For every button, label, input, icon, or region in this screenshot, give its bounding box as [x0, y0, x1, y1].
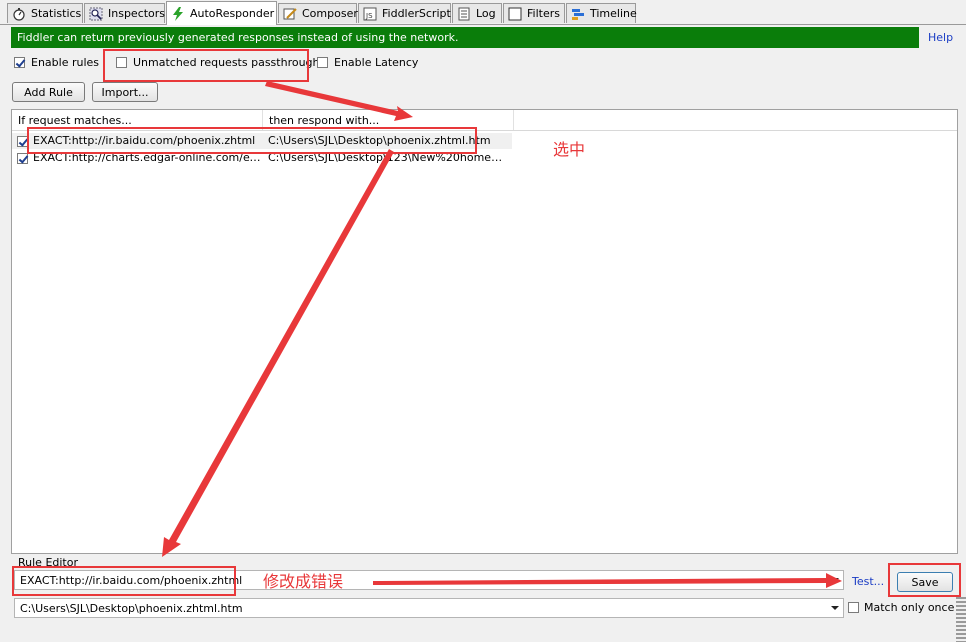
- chevron-down-icon[interactable]: [831, 578, 839, 582]
- enable-rules-checkbox[interactable]: [14, 57, 25, 68]
- import-button[interactable]: Import...: [92, 82, 158, 102]
- tab-filters[interactable]: Filters: [503, 3, 565, 23]
- annotation-modify-text: 修改成错误: [263, 572, 344, 591]
- tab-label: Timeline: [590, 7, 637, 20]
- filters-icon: [508, 7, 522, 21]
- enable-latency-label: Enable Latency: [334, 56, 419, 69]
- enable-latency-option[interactable]: Enable Latency: [317, 56, 418, 69]
- tab-label: Filters: [527, 7, 560, 20]
- test-link[interactable]: Test...: [852, 575, 884, 588]
- tab-label: AutoResponder: [190, 7, 275, 20]
- tab-autoresponder[interactable]: AutoResponder: [166, 1, 277, 25]
- enable-rules-option[interactable]: Enable rules: [14, 56, 99, 69]
- rule-response-value: C:\Users\SJL\Desktop\phoenix.zhtml.htm: [20, 601, 243, 615]
- magnifier-icon: [89, 7, 103, 21]
- annotation-box-passthrough: [103, 49, 309, 82]
- pencil-icon: [283, 7, 297, 21]
- enable-rules-label: Enable rules: [31, 56, 100, 69]
- tab-inspectors[interactable]: Inspectors: [84, 3, 165, 23]
- resize-grip[interactable]: [956, 597, 966, 642]
- rules-list[interactable]: If request matches... then respond with.…: [11, 109, 958, 554]
- add-rule-button[interactable]: Add Rule: [12, 82, 85, 102]
- match-only-once-label: Match only once: [864, 601, 955, 614]
- banner-text: Fiddler can return previously generated …: [17, 31, 459, 44]
- annotation-select-text: 选中: [553, 140, 586, 159]
- tab-label: Inspectors: [108, 7, 166, 20]
- tab-label: Log: [476, 7, 496, 20]
- help-link[interactable]: Help: [928, 31, 953, 44]
- info-banner: Fiddler can return previously generated …: [11, 27, 919, 48]
- lightning-icon: [171, 6, 185, 21]
- tab-log[interactable]: Log: [452, 3, 502, 23]
- tab-bar: Statistics Inspectors AutoResponder Comp…: [0, 0, 966, 25]
- match-only-once-option[interactable]: Match only once: [848, 601, 954, 614]
- rule-response-input[interactable]: C:\Users\SJL\Desktop\phoenix.zhtml.htm: [14, 598, 844, 618]
- annotation-box-selected-rule: [27, 127, 477, 154]
- annotation-box-save: [888, 563, 961, 597]
- timeline-icon: [571, 7, 585, 21]
- match-only-once-checkbox[interactable]: [848, 602, 859, 613]
- tab-label: Statistics: [31, 7, 82, 20]
- stopwatch-icon: [12, 7, 26, 21]
- svg-text:JS: JS: [365, 12, 373, 20]
- chevron-down-icon[interactable]: [831, 606, 839, 610]
- tab-fiddlerscript[interactable]: JS FiddlerScript: [358, 3, 451, 23]
- tab-composer[interactable]: Composer: [278, 3, 358, 23]
- rule-enabled-checkbox[interactable]: [17, 153, 28, 164]
- annotation-box-rule-editor: [12, 566, 236, 596]
- log-icon: [457, 7, 471, 21]
- tab-timeline[interactable]: Timeline: [566, 3, 637, 23]
- js-icon: JS: [363, 7, 377, 21]
- tab-label: FiddlerScript: [382, 7, 451, 20]
- tab-statistics[interactable]: Statistics: [7, 3, 83, 23]
- enable-latency-checkbox[interactable]: [317, 57, 328, 68]
- tab-label: Composer: [302, 7, 358, 20]
